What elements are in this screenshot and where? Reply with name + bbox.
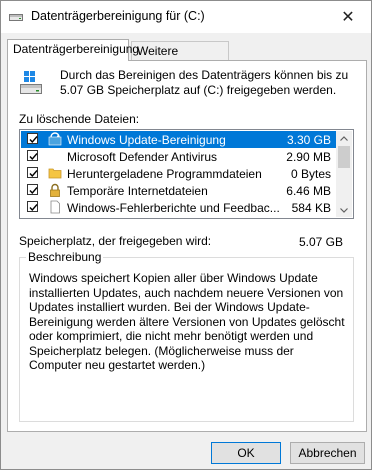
file-size: 584 KB xyxy=(291,201,331,215)
disk-cleanup-dialog: Datenträgerbereinigung für (C:) ✕ Datent… xyxy=(0,0,372,470)
freed-space-value: 5.07 GB xyxy=(298,235,343,249)
file-size: 3.30 GB xyxy=(286,133,331,147)
scroll-down-button[interactable] xyxy=(336,203,352,217)
freed-space-label: Speicherplatz, der freigegeben wird: xyxy=(19,234,212,248)
document-icon xyxy=(48,200,62,214)
tab-panel: Durch das Bereinigen des Datenträgers kö… xyxy=(7,60,367,432)
file-name: Windows Update-Bereinigung xyxy=(67,133,226,147)
drive-cleanup-icon xyxy=(9,11,23,23)
scroll-up-button[interactable] xyxy=(336,131,352,145)
list-item[interactable]: Windows-Fehlerberichte und Feedbac... 58… xyxy=(21,199,337,216)
list-item[interactable]: Windows Update-Bereinigung 3.30 GB xyxy=(21,131,337,148)
file-name: Microsoft Defender Antivirus xyxy=(67,150,218,164)
close-button[interactable]: ✕ xyxy=(325,1,371,33)
checkbox[interactable] xyxy=(27,201,38,212)
tab-more-options[interactable]: Weitere Optionen xyxy=(131,41,229,76)
cancel-button[interactable]: Abbrechen xyxy=(290,442,365,464)
file-name: Windows-Fehlerberichte und Feedbac... xyxy=(67,201,280,215)
windows-update-icon xyxy=(48,132,62,146)
file-size: 6.46 MB xyxy=(286,184,331,198)
scroll-thumb[interactable] xyxy=(338,146,350,168)
blank-icon xyxy=(48,149,62,163)
checkbox[interactable] xyxy=(27,150,38,161)
description-text: Windows speichert Kopien aller über Wind… xyxy=(29,271,345,372)
cleanup-summary-text: Durch das Bereinigen des Datenträgers kö… xyxy=(60,68,349,97)
lock-icon xyxy=(48,183,62,197)
files-listbox[interactable]: Windows Update-Bereinigung 3.30 GB Micro… xyxy=(19,129,354,219)
chevron-down-icon xyxy=(340,207,348,213)
description-title: Beschreibung xyxy=(26,250,104,264)
tab-disk-cleanup[interactable]: Datenträgerbereinigung xyxy=(7,39,139,61)
chevron-up-icon xyxy=(340,135,348,141)
file-size: 2.90 MB xyxy=(286,150,331,164)
checkbox[interactable] xyxy=(27,167,38,178)
list-item[interactable]: Microsoft Defender Antivirus 2.90 MB xyxy=(21,148,337,165)
list-item[interactable]: Temporäre Internetdateien 6.46 MB xyxy=(21,182,337,199)
list-item[interactable]: Heruntergeladene Programmdateien 0 Bytes xyxy=(21,165,337,182)
checkbox[interactable] xyxy=(27,133,38,144)
file-name: Temporäre Internetdateien xyxy=(67,184,208,198)
close-icon: ✕ xyxy=(341,9,355,26)
file-name: Heruntergeladene Programmdateien xyxy=(67,167,262,181)
file-size: 0 Bytes xyxy=(290,167,331,181)
checkbox[interactable] xyxy=(27,184,38,195)
ok-button[interactable]: OK xyxy=(211,442,281,464)
description-groupbox: Beschreibung Windows speichert Kopien al… xyxy=(19,250,354,422)
window-title: Datenträgerbereinigung für (C:) xyxy=(31,9,205,23)
folder-icon xyxy=(48,166,62,180)
list-scrollbar[interactable] xyxy=(336,131,352,217)
title-bar: Datenträgerbereinigung für (C:) ✕ xyxy=(1,1,371,33)
drive-icon xyxy=(20,70,42,96)
files-to-delete-label: Zu löschende Dateien: xyxy=(19,112,140,126)
